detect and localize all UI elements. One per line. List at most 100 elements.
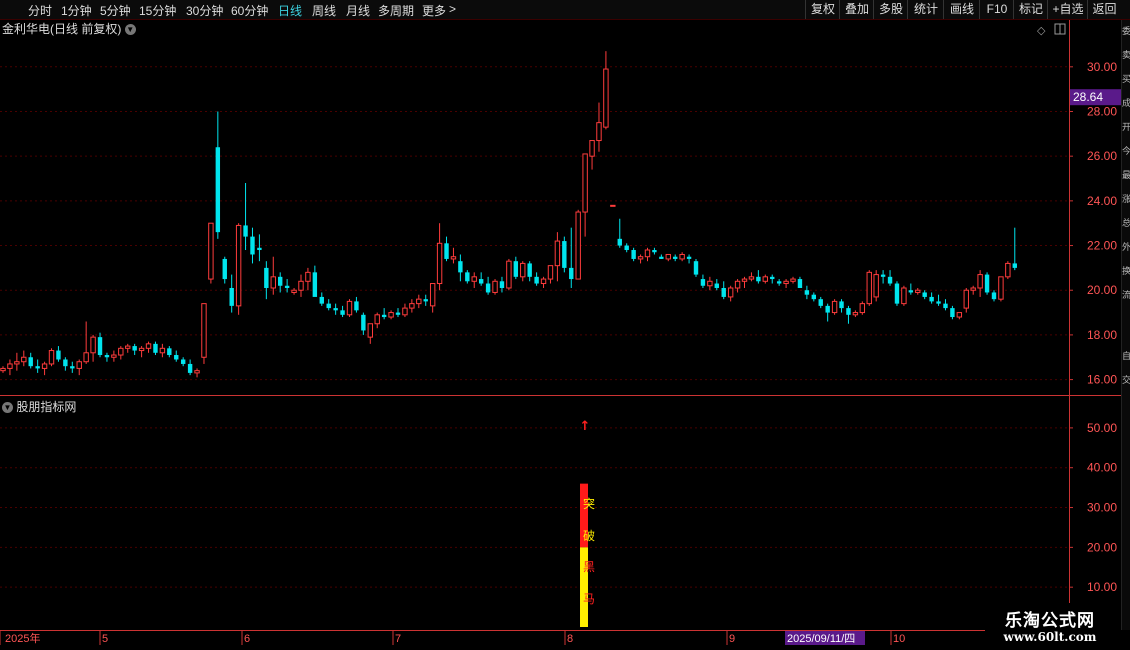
- candle-body-down: [444, 243, 449, 259]
- candle-body-down: [222, 258, 227, 280]
- y-tick-label: 30.00: [1087, 60, 1117, 74]
- candle-body-down: [70, 366, 75, 369]
- candle-body-down: [28, 357, 33, 367]
- signal-char: 黑: [583, 560, 595, 574]
- sidebar-char: 成: [1122, 98, 1130, 109]
- candle-body-up: [118, 347, 124, 356]
- candle-body-up: [388, 312, 394, 318]
- y-tick-label: 16.00: [1087, 373, 1117, 387]
- sidebar-char: 买: [1122, 74, 1130, 85]
- candle-body-up: [145, 343, 152, 349]
- candle-body-up: [762, 276, 768, 282]
- x-tick-label: 6: [244, 633, 250, 645]
- candle-body-up: [748, 276, 755, 280]
- candle-body-down: [908, 290, 914, 293]
- candle-body-down: [721, 287, 726, 297]
- candle-body-down: [104, 355, 110, 358]
- candle-body-down: [187, 363, 193, 373]
- candle-body-up: [665, 253, 671, 260]
- candle-body-down: [797, 279, 803, 288]
- candle-body-down: [693, 261, 699, 275]
- candle-body-up: [429, 283, 436, 307]
- candle-body-down: [513, 261, 519, 277]
- candle-body-up: [901, 287, 907, 305]
- signal-char: 突: [583, 496, 595, 511]
- candle-body-up: [998, 276, 1004, 300]
- candle-body-down: [250, 236, 255, 255]
- candle-body-up: [471, 276, 477, 282]
- candle-body-down: [943, 303, 948, 309]
- candle-body-up: [866, 271, 872, 305]
- candle-body-down: [354, 301, 359, 311]
- sidebar-char: 卖: [1122, 50, 1130, 61]
- candle-body-down: [776, 281, 782, 284]
- candle-body-down: [180, 359, 186, 364]
- candle-body-down: [880, 274, 886, 277]
- candle-body-up: [734, 280, 741, 289]
- sidebar-char: 外: [1122, 242, 1130, 253]
- candle-body-up: [596, 122, 602, 142]
- candle-body-down: [562, 241, 567, 268]
- candle-body-down: [257, 247, 262, 251]
- candle-body-down: [569, 267, 574, 280]
- candle-body-up: [291, 289, 297, 293]
- candle-body-up: [727, 287, 734, 298]
- candle-body-down: [132, 346, 137, 351]
- x-tick-label: 2025年: [5, 631, 40, 645]
- sidebar-char: 涨: [1122, 194, 1130, 205]
- candle-body-up: [367, 323, 373, 338]
- sidebar-char: 流: [1122, 290, 1130, 301]
- candle-body-down: [458, 261, 463, 273]
- candle-body-down: [714, 283, 719, 288]
- watermark-title: 乐淘公式网: [1005, 611, 1095, 630]
- candle-body-up: [977, 274, 983, 289]
- candle-body-down: [63, 359, 68, 367]
- dropdown-icon[interactable]: ▼: [2, 402, 13, 414]
- candle-body-up: [159, 347, 166, 354]
- candle-body-up: [409, 303, 415, 309]
- candle-body-down: [624, 245, 629, 251]
- candle-body-down: [381, 314, 387, 318]
- candle-body-down: [167, 348, 172, 356]
- candle-body-down: [825, 305, 830, 313]
- candle-body-down: [991, 292, 997, 300]
- sub-y-tick-label: 30.00: [1087, 501, 1117, 515]
- candle-body-down: [617, 238, 622, 246]
- candle-body-up: [492, 280, 498, 293]
- candle-body-up: [138, 347, 145, 352]
- candle-body-up: [235, 224, 242, 307]
- candle-body-up: [83, 352, 89, 363]
- candle-body-down: [326, 303, 331, 309]
- candle-body-down: [950, 308, 955, 318]
- candle-body-down: [340, 310, 345, 315]
- candle-body-up: [741, 278, 748, 282]
- x-tick-label: 5: [102, 633, 108, 645]
- candle-body-up: [7, 363, 13, 369]
- current-price-label: 28.64: [1073, 90, 1103, 104]
- candle-body-down: [264, 267, 269, 288]
- candle-body-down: [652, 250, 657, 253]
- candle-body-down: [35, 366, 40, 369]
- sidebar-char: 最: [1122, 170, 1130, 181]
- sidebar-char: 委: [1122, 26, 1130, 37]
- quote-sidebar: 委卖买成开今最涨总外换流自交: [1121, 20, 1130, 630]
- candle-body-down: [423, 299, 428, 302]
- sidebar-char: 开: [1122, 122, 1130, 133]
- candle-body-up: [707, 280, 713, 287]
- sub-y-tick-label: 40.00: [1087, 461, 1117, 475]
- candle-body-down: [770, 276, 775, 280]
- x-tick-label: 9: [729, 633, 735, 645]
- candle-body-up: [374, 314, 380, 325]
- candle-body-up: [547, 265, 554, 280]
- candle-body-up: [0, 367, 6, 372]
- candle-body-up: [506, 260, 512, 289]
- indicator-title: 股朋指标网: [16, 400, 77, 414]
- candle-body-up: [346, 300, 353, 316]
- sub-y-tick-label: 20.00: [1087, 540, 1117, 554]
- candle-body-up: [956, 312, 963, 318]
- candle-body-down: [319, 296, 324, 304]
- sub-y-tick-label: 50.00: [1087, 421, 1117, 435]
- candle-body-up: [679, 253, 685, 260]
- candle-body-up: [111, 354, 117, 358]
- signal-arrow-icon: ↑: [580, 419, 591, 434]
